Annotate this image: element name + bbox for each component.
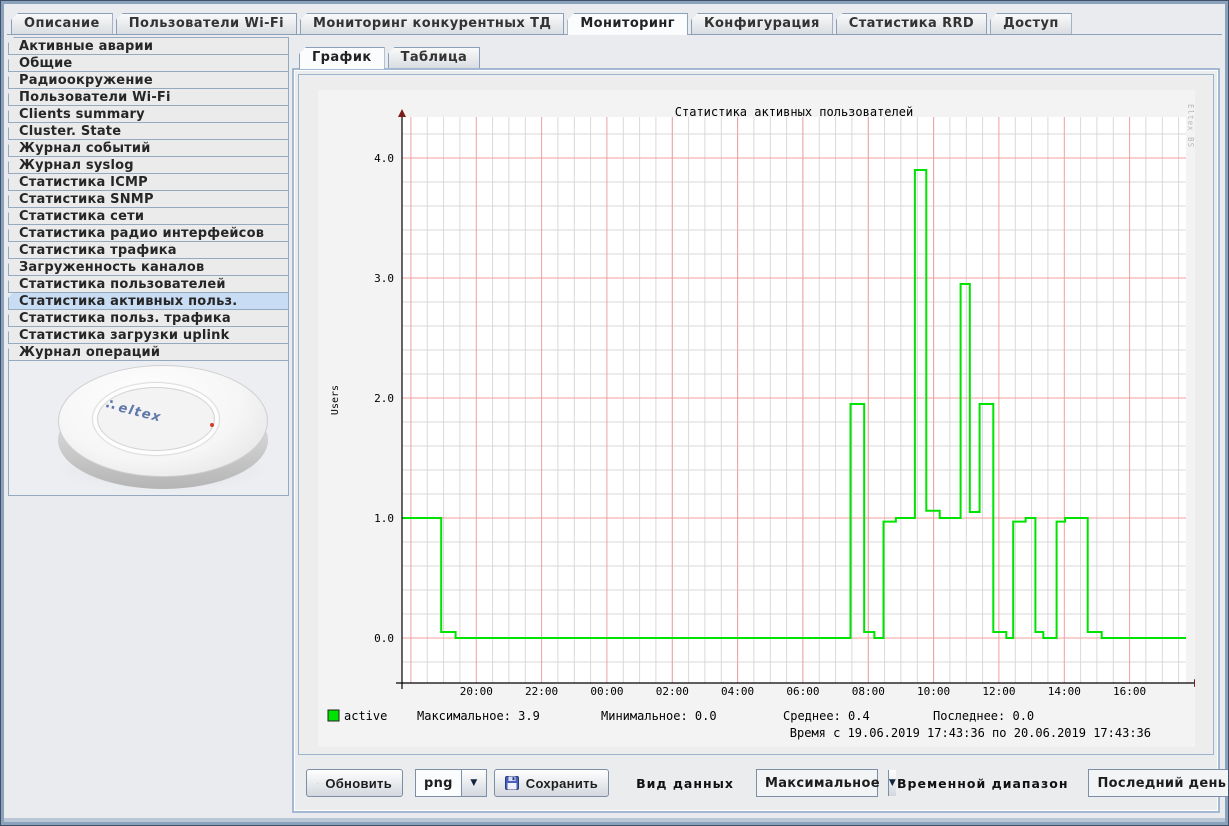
format-combobox-value: png [416, 770, 461, 796]
sidebar-item-8[interactable]: Статистика ICMP [8, 173, 289, 191]
sidebar-item-16[interactable]: Статистика польз. трафика [8, 309, 289, 327]
top-tab-0[interactable]: Описание [11, 13, 113, 34]
chevron-down-icon: ▼ [470, 778, 477, 788]
time-range-combobox-value: Последний день [1089, 770, 1229, 796]
y-tick-label: 4.0 [374, 152, 394, 165]
top-tab-5[interactable]: Статистика RRD [836, 13, 987, 34]
data-view-combobox-arrow[interactable]: ▼ [888, 770, 896, 796]
data-view-combobox-value: Максимальное [757, 770, 888, 796]
top-tab-4[interactable]: Конфигурация [691, 13, 833, 34]
sidebar-item-18[interactable]: Журнал операций [8, 343, 289, 361]
format-combobox-arrow[interactable]: ▼ [461, 770, 486, 796]
legend-stat-2: Среднее: 0.4 [783, 709, 870, 723]
top-tab-3[interactable]: Мониторинг [567, 13, 688, 35]
x-tick-label: 22:00 [525, 685, 558, 698]
device-led [210, 423, 214, 427]
monitoring-content-panel: Статистика активных пользователей Users 0.… [292, 68, 1220, 813]
refresh-button[interactable]: Обновить [306, 769, 403, 797]
sidebar-item-3[interactable]: Пользователи Wi-Fi [8, 88, 289, 106]
data-view-combobox[interactable]: Максимальное ▼ [756, 769, 878, 797]
sidebar-item-7[interactable]: Журнал syslog [8, 156, 289, 174]
legend-stat-3: Последнее: 0.0 [933, 709, 1034, 723]
x-tick-label: 16:00 [1113, 685, 1146, 698]
legend-time-caption: Время с 19.06.2019 17:43:36 по 20.06.201… [789, 726, 1150, 740]
x-tick-label: 02:00 [655, 685, 688, 698]
plot-area [402, 117, 1186, 683]
top-tab-2[interactable]: Мониторинг конкурентных ТД [300, 13, 564, 34]
access-point-image: ∴eltex [57, 365, 269, 493]
chart-watermark: Eltex BS [1186, 104, 1195, 148]
time-range-label: Временной диапазон [897, 776, 1068, 791]
format-combobox[interactable]: png ▼ [415, 769, 487, 797]
time-range-combobox[interactable]: Последний день ▼ [1088, 769, 1229, 797]
sidebar-item-14[interactable]: Статистика пользователей [8, 275, 289, 293]
legend-stat-0: Максимальное: 3.9 [417, 709, 540, 723]
y-tick-label: 3.0 [374, 272, 394, 285]
sidebar-item-6[interactable]: Журнал событий [8, 139, 289, 157]
legend-swatch-active [328, 710, 339, 721]
y-axis-label: Users [330, 385, 341, 415]
app-window: ОписаниеПользователи Wi-FiМониторинг кон… [0, 0, 1229, 826]
refresh-button-label: Обновить [325, 776, 392, 791]
sidebar-item-4[interactable]: Clients summary [8, 105, 289, 123]
sidebar-item-15[interactable]: Статистика активных польз. [8, 292, 289, 310]
rrd-chart: Статистика активных пользователей Users 0.… [318, 90, 1195, 747]
sidebar-items: Активные аварииОбщиеРадиоокружениеПользо… [8, 37, 289, 361]
refresh-icon [317, 776, 318, 791]
x-tick-label: 14:00 [1047, 685, 1080, 698]
x-axis-arrow-icon [1194, 679, 1195, 687]
sidebar-item-11[interactable]: Статистика радио интерфейсов [8, 224, 289, 242]
legend-series-label: active [344, 709, 387, 723]
x-tick-label: 20:00 [459, 685, 492, 698]
data-view-label: Вид данных [636, 776, 734, 791]
sidebar-item-9[interactable]: Статистика SNMP [8, 190, 289, 208]
sidebar-item-13[interactable]: Загруженность каналов [8, 258, 289, 276]
legend-stat-1: Минимальное: 0.0 [601, 709, 717, 723]
x-tick-label: 08:00 [851, 685, 884, 698]
sidebar-item-1[interactable]: Общие [8, 54, 289, 72]
x-tick-label: 00:00 [590, 685, 623, 698]
top-tab-6[interactable]: Доступ [990, 13, 1072, 34]
save-icon [505, 776, 519, 790]
chevron-down-icon: ▼ [889, 778, 896, 788]
sidebar-item-2[interactable]: Радиоокружение [8, 71, 289, 89]
save-button[interactable]: Сохранить [494, 769, 609, 797]
chart-title: Статистика активных пользователей [674, 105, 912, 119]
x-tick-label: 06:00 [786, 685, 819, 698]
top-tab-1[interactable]: Пользователи Wi-Fi [116, 13, 297, 34]
sidebar-item-12[interactable]: Статистика трафика [8, 241, 289, 259]
y-tick-label: 0.0 [374, 632, 394, 645]
x-tick-label: 12:00 [982, 685, 1015, 698]
rrd-chart-image: Статистика активных пользователей Users 0.… [318, 90, 1195, 747]
inner-tab-1[interactable]: Таблица [388, 47, 481, 68]
inner-tab-0[interactable]: График [299, 47, 385, 69]
top-tab-bar: ОписаниеПользователи Wi-FiМониторинг кон… [7, 13, 1222, 35]
y-tick-label: 2.0 [374, 392, 394, 405]
chart-toolbar: Обновить png ▼ Сохранить Вид данных [298, 760, 1214, 806]
sidebar-item-17[interactable]: Статистика загрузки uplink [8, 326, 289, 344]
save-button-label: Сохранить [526, 776, 598, 791]
x-tick-label: 04:00 [721, 685, 754, 698]
chart-panel: Статистика активных пользователей Users 0.… [298, 74, 1214, 755]
y-tick-label: 1.0 [374, 512, 394, 525]
sidebar-item-5[interactable]: Cluster. State [8, 122, 289, 140]
x-tick-label: 10:00 [917, 685, 950, 698]
inner-tab-bar: ГрафикТаблица [299, 47, 480, 69]
sidebar-item-10[interactable]: Статистика сети [8, 207, 289, 225]
device-cell: ∴eltex [8, 360, 289, 496]
sidebar-item-0[interactable]: Активные аварии [8, 37, 289, 55]
sidebar: Активные аварииОбщиеРадиоокружениеПользо… [8, 37, 289, 815]
main-panel: ГрафикТаблица Статистика активных пользо… [291, 37, 1221, 817]
